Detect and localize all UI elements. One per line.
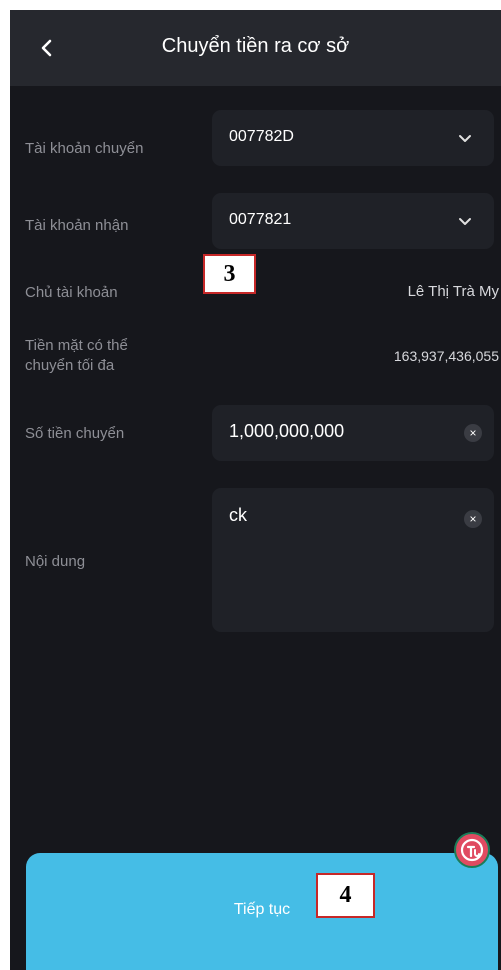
annotation-marker-4: 4 bbox=[316, 873, 375, 918]
account-owner-value: Lê Thị Trà My bbox=[407, 283, 499, 300]
app-screen: Chuyển tiền ra cơ sở Tài khoản chuyển 00… bbox=[10, 10, 501, 970]
from-account-label: Tài khoản chuyển bbox=[25, 140, 144, 157]
page-title: Chuyển tiền ra cơ sở bbox=[161, 35, 350, 57]
chevron-down-icon bbox=[459, 135, 471, 142]
from-account-select[interactable]: 007782D bbox=[212, 110, 494, 166]
chevron-down-icon bbox=[459, 218, 471, 225]
amount-input[interactable]: 1,000,000,000 × bbox=[212, 405, 494, 461]
amount-label: Số tiền chuyển bbox=[25, 425, 125, 442]
continue-button-label: Tiếp tục bbox=[233, 901, 291, 918]
from-account-value: 007782D bbox=[229, 128, 294, 145]
max-cash-label: Tiền mặt có thể chuyển tối đa bbox=[25, 336, 128, 376]
max-cash-value: 163,937,436,055 bbox=[393, 348, 499, 364]
clear-content-button[interactable]: × bbox=[464, 510, 482, 528]
annotation-marker-3: 3 bbox=[203, 254, 256, 294]
content-textarea[interactable]: ck × bbox=[212, 488, 494, 632]
account-owner-label: Chủ tài khoản bbox=[25, 284, 118, 301]
max-cash-label-line1: Tiền mặt có thể bbox=[25, 337, 128, 354]
app-logo-icon bbox=[460, 838, 484, 862]
to-account-value: 0077821 bbox=[229, 211, 292, 228]
floating-app-logo-icon[interactable] bbox=[454, 832, 490, 868]
amount-value: 1,000,000,000 bbox=[229, 421, 345, 441]
to-account-label: Tài khoản nhận bbox=[25, 217, 129, 234]
header-bar: Chuyển tiền ra cơ sở bbox=[10, 10, 501, 86]
content-value: ck bbox=[229, 505, 247, 525]
clear-amount-button[interactable]: × bbox=[464, 424, 482, 442]
content-label: Nội dung bbox=[25, 553, 86, 570]
to-account-select[interactable]: 0077821 bbox=[212, 193, 494, 249]
continue-button[interactable]: Tiếp tục bbox=[26, 853, 498, 970]
max-cash-label-line2: chuyển tối đa bbox=[25, 357, 115, 374]
